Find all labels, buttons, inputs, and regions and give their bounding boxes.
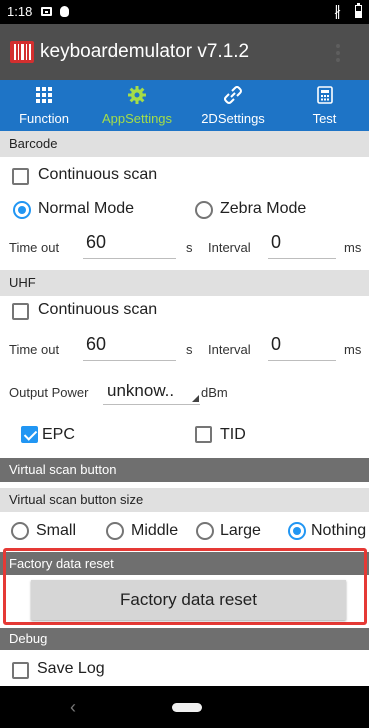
- barcode-continuous-scan-checkbox[interactable]: [12, 168, 29, 185]
- uhf-timeout-label: Time out: [9, 342, 60, 357]
- size-small-label: Small: [36, 522, 77, 539]
- tab-test[interactable]: Test: [280, 80, 369, 131]
- size-nothing-radio[interactable]: [288, 522, 306, 540]
- section-header-debug: Debug: [0, 628, 369, 650]
- uhf-interval-field[interactable]: 0: [268, 334, 336, 361]
- grid-icon: [36, 87, 52, 103]
- gallery-notification-icon: [41, 7, 52, 16]
- bluetooth-icon: ∦: [334, 3, 341, 19]
- tab-label: Function: [19, 111, 69, 126]
- zebra-mode-label: Zebra Mode: [220, 200, 307, 217]
- size-small-radio[interactable]: [11, 522, 29, 540]
- tab-2dsettings[interactable]: 2DSettings: [186, 80, 280, 131]
- dropdown-arrow-icon: [192, 395, 199, 402]
- tid-label: TID: [220, 426, 246, 443]
- factory-reset-button[interactable]: Factory data reset: [31, 580, 346, 620]
- uhf-interval-unit: ms: [344, 342, 362, 357]
- tab-appsettings[interactable]: AppSettings: [88, 80, 186, 131]
- section-header-barcode: Barcode: [0, 131, 369, 157]
- tab-function[interactable]: Function: [0, 80, 88, 131]
- status-time: 1:18: [7, 4, 33, 19]
- tab-bar: Function AppSettings 2DSettings Test: [0, 80, 369, 131]
- barcode-timeout-label: Time out: [9, 240, 60, 255]
- uhf-continuous-scan-checkbox[interactable]: [12, 303, 29, 320]
- home-pill-icon[interactable]: [172, 703, 202, 712]
- output-power-value: unknow..: [107, 381, 175, 400]
- save-log-checkbox[interactable]: [12, 662, 29, 679]
- gear-icon: [128, 86, 146, 104]
- epc-checkbox[interactable]: [21, 426, 38, 443]
- output-power-unit: dBm: [201, 385, 228, 400]
- epc-label: EPC: [42, 426, 75, 443]
- tab-label: 2DSettings: [201, 111, 265, 126]
- size-middle-label: Middle: [131, 522, 179, 539]
- status-bar: 1:18 ∦: [0, 0, 369, 24]
- tid-checkbox[interactable]: [195, 426, 212, 443]
- barcode-timeout-unit: s: [186, 240, 193, 255]
- normal-mode-label: Normal Mode: [38, 200, 135, 217]
- barcode-interval-label: Interval: [208, 240, 251, 255]
- uhf-timeout-field[interactable]: 60: [83, 334, 176, 361]
- uhf-timeout-unit: s: [186, 342, 193, 357]
- normal-mode-radio[interactable]: [13, 201, 31, 219]
- link-icon: [224, 86, 242, 104]
- calculator-icon: [316, 86, 333, 104]
- tab-label: AppSettings: [101, 111, 173, 126]
- size-middle-radio[interactable]: [106, 522, 124, 540]
- uhf-interval-label: Interval: [208, 342, 251, 357]
- shield-notification-icon: [60, 6, 69, 17]
- zebra-mode-radio[interactable]: [195, 201, 213, 219]
- overflow-menu-icon[interactable]: [336, 42, 342, 64]
- app-bar: keyboardemulator v7.1.2: [0, 24, 369, 80]
- system-navigation-bar: ‹: [0, 686, 369, 728]
- barcode-interval-unit: ms: [344, 240, 362, 255]
- barcode-timeout-field[interactable]: 60: [83, 232, 176, 259]
- size-nothing-label: Nothing: [311, 522, 367, 539]
- tab-label: Test: [312, 111, 337, 126]
- section-header-virtual-scan-size: Virtual scan button size: [0, 488, 369, 512]
- app-title: keyboardemulator v7.1.2: [40, 41, 250, 62]
- section-header-virtual-scan: Virtual scan button: [0, 458, 369, 482]
- output-power-spinner[interactable]: unknow..: [103, 378, 200, 405]
- back-icon[interactable]: ‹: [70, 697, 76, 718]
- size-large-label: Large: [220, 522, 261, 539]
- battery-icon: [355, 3, 362, 18]
- barcode-interval-field[interactable]: 0: [268, 232, 336, 259]
- size-large-radio[interactable]: [196, 522, 214, 540]
- save-log-label: Save Log: [37, 660, 105, 677]
- section-header-uhf: UHF: [0, 270, 369, 296]
- uhf-continuous-scan-label: Continuous scan: [38, 301, 158, 318]
- output-power-label: Output Power: [9, 385, 89, 400]
- barcode-continuous-scan-label: Continuous scan: [38, 166, 158, 183]
- barcode-logo-icon: [10, 41, 34, 63]
